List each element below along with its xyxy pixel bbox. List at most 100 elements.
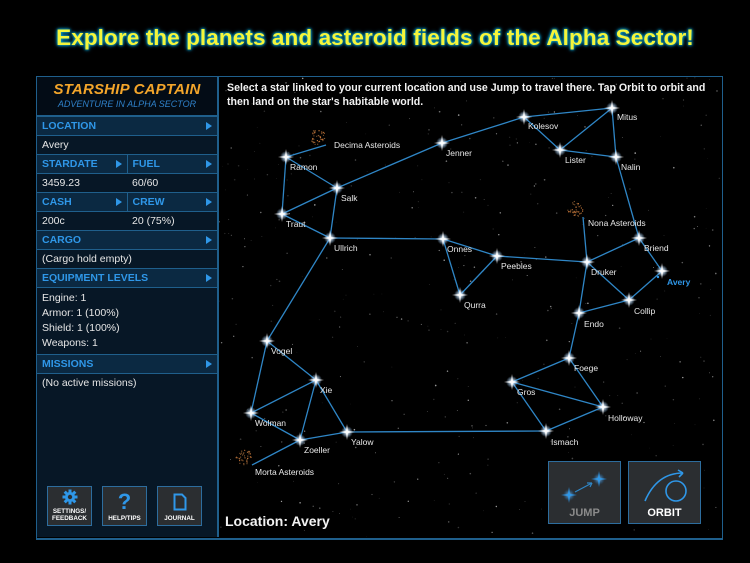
asteroid-dot	[239, 458, 241, 460]
background-star	[433, 500, 435, 501]
asteroid-field[interactable]: Decima Asteroids	[311, 130, 400, 150]
star-system[interactable]: Nalin	[608, 149, 641, 172]
expand-arrow-icon	[206, 360, 212, 368]
star-system[interactable]: Yalow	[339, 424, 374, 447]
cash-header[interactable]: CASH	[37, 193, 127, 211]
background-star	[491, 531, 493, 534]
star-system[interactable]: Avery	[654, 263, 691, 287]
background-star	[626, 359, 628, 361]
background-star	[417, 478, 419, 480]
jump-route-line	[582, 216, 588, 263]
expand-arrow-icon	[206, 198, 212, 206]
background-star	[235, 323, 237, 326]
background-star	[444, 416, 446, 418]
background-star	[706, 158, 708, 160]
asteroid-dot	[243, 453, 245, 455]
background-star	[396, 316, 398, 318]
jump-route-line	[578, 299, 630, 314]
background-star	[430, 236, 432, 238]
star-system[interactable]: Ullrich	[322, 230, 358, 253]
background-star	[558, 408, 561, 411]
background-star	[469, 280, 472, 282]
star-system[interactable]: Gros	[504, 374, 535, 397]
help-tips-button[interactable]: ? HELP/TIPS	[102, 486, 147, 526]
star-system[interactable]: Qurra	[452, 287, 486, 310]
star-system[interactable]: Ramon	[278, 149, 318, 172]
background-star	[605, 415, 607, 417]
star-system[interactable]: Peebles	[489, 248, 532, 271]
background-star	[653, 267, 655, 268]
background-star	[629, 188, 631, 190]
cargo-header[interactable]: CARGO	[37, 230, 217, 250]
star-system[interactable]: Foege	[561, 350, 598, 373]
background-star	[282, 411, 284, 413]
background-star	[545, 256, 547, 258]
background-star	[621, 402, 623, 404]
star-system[interactable]: Lister	[552, 142, 586, 165]
asteroid-dot	[321, 138, 323, 140]
background-star	[584, 126, 586, 128]
background-star	[571, 457, 574, 460]
expand-arrow-icon	[115, 198, 122, 206]
star-system[interactable]: Briend	[631, 230, 669, 253]
background-star	[659, 136, 661, 137]
background-star	[618, 327, 621, 329]
star-system[interactable]: Kolesov	[516, 109, 559, 131]
background-star	[383, 311, 384, 313]
equipment-header[interactable]: EQUIPMENT LEVELS	[37, 268, 217, 288]
background-star	[541, 508, 542, 510]
missions-header[interactable]: MISSIONS	[37, 354, 217, 374]
orbit-button[interactable]: ORBIT	[628, 461, 701, 524]
crew-header[interactable]: CREW	[126, 193, 218, 211]
background-star	[403, 413, 405, 415]
map-instructions: Select a star linked to your current loc…	[227, 82, 706, 108]
background-star	[426, 411, 428, 412]
asteroid-dot	[314, 132, 316, 134]
star-map[interactable]: Decima Asteroids Nona Asteroids Morta Aste…	[219, 77, 720, 537]
star-system[interactable]: Salk	[329, 180, 358, 203]
star-system[interactable]: Collip	[621, 292, 656, 316]
asteroid-dot	[316, 140, 318, 142]
asteroid-dot	[573, 200, 575, 203]
background-star	[390, 257, 392, 259]
background-star	[339, 376, 341, 378]
star-label: Mitus	[617, 112, 637, 122]
background-star	[456, 410, 458, 411]
background-star	[369, 253, 371, 256]
cargo-value: (Cargo hold empty)	[42, 253, 132, 265]
star-system[interactable]: Ismach	[538, 423, 579, 447]
asteroid-dot	[250, 456, 252, 458]
background-star	[260, 211, 262, 214]
settings-feedback-button[interactable]: SETTINGS/FEEDBACK	[47, 486, 92, 526]
background-star	[693, 215, 696, 218]
background-star	[326, 257, 328, 259]
background-star	[548, 147, 550, 149]
background-star	[290, 173, 292, 175]
jump-route-line	[523, 107, 613, 118]
asteroid-field[interactable]: Nona Asteroids	[567, 200, 646, 228]
missions-value: (No active missions)	[42, 377, 137, 389]
asteroid-dot	[322, 131, 324, 133]
background-star	[519, 509, 520, 511]
asteroid-dot	[236, 457, 238, 459]
asteroid-dot	[241, 459, 243, 461]
background-star	[617, 395, 619, 396]
background-star	[487, 464, 489, 466]
star-system[interactable]: Jenner	[434, 135, 472, 158]
fuel-header[interactable]: FUEL	[126, 155, 218, 173]
background-star	[463, 265, 465, 267]
location-header[interactable]: LOCATION	[37, 116, 217, 136]
background-star	[475, 492, 478, 495]
journal-button[interactable]: JOURNAL	[157, 486, 202, 526]
background-star	[366, 536, 367, 537]
asteroid-dot	[570, 211, 572, 213]
star-system[interactable]: Xie	[308, 372, 333, 395]
asteroid-dot	[319, 136, 321, 138]
star-system[interactable]: Holloway	[595, 399, 643, 423]
asteroid-dot	[580, 207, 582, 209]
jump-button[interactable]: JUMP	[548, 461, 621, 524]
background-star	[446, 330, 449, 333]
star-system[interactable]: Wolman	[243, 405, 286, 428]
stardate-header[interactable]: STARDATE	[37, 155, 127, 173]
star-label: Peebles	[501, 261, 532, 271]
